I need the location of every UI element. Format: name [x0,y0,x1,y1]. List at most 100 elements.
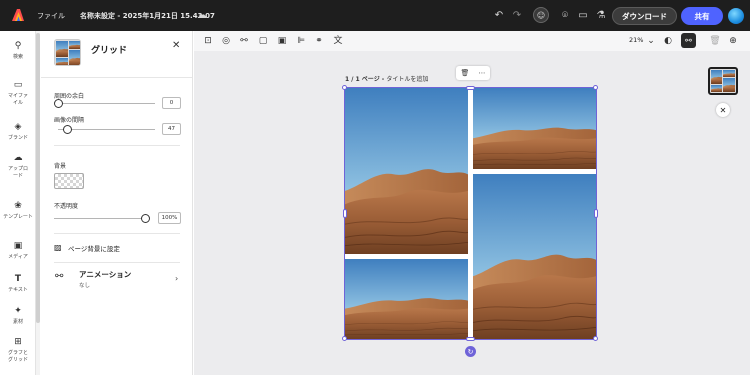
collaborator-icon[interactable]: ☺ [533,7,549,23]
grid-icon: ⊞ [14,337,22,347]
rail-item-grid[interactable]: ⊞ グラフとグリッド [0,336,36,364]
resize-handle[interactable] [342,85,347,90]
link-icon[interactable]: ⚭ [313,35,325,47]
opacity-input[interactable]: 100% [158,212,181,224]
scrollbar-thumb[interactable] [36,33,40,323]
rail-item-text[interactable]: T テキスト [0,273,36,294]
top-bar: ファイル 名称未設定 - 2025年1月21日 15.43.07 ☁ ↶ ↷ ☺… [0,0,750,31]
rail-item-search[interactable]: ⚲ 検索 [0,40,36,61]
undo-icon[interactable]: ↶ [492,8,506,22]
adobe-express-logo[interactable] [10,7,26,23]
set-as-page-background-button[interactable]: ▨ ページ背景に設定 [54,243,120,253]
animation-value: なし [79,283,91,289]
background-color-swatch[interactable] [54,173,84,189]
fit-icon[interactable]: ◐ [662,35,674,47]
media-icon: ▣ [13,241,23,251]
floating-toolbar: 🗑 ⋯ [456,66,490,80]
divider [54,145,180,146]
opacity-slider-thumb[interactable] [140,214,150,223]
page-thumbnail[interactable] [708,67,738,95]
resize-handle[interactable] [593,85,598,90]
cloud-icon[interactable]: ☁ [195,8,209,22]
grid-panel: グリッド ✕ 周囲の余白 0 画像の間隔 47 背景 不透明度 100% ▨ ペ… [41,31,193,375]
rail-item-templates[interactable]: ❀ テンプレート [0,200,36,221]
grid-preview-thumbnail [54,39,81,66]
resize-handle[interactable] [466,86,475,90]
align-icon[interactable]: ⊫ [295,35,307,47]
chevron-down-icon[interactable]: ⌄ [645,35,657,47]
brand-icon: ◈ [14,122,22,132]
effects-icon[interactable]: ⚯ [238,35,250,47]
gap-slider-thumb[interactable] [63,125,73,134]
delete-icon[interactable]: 🗑 [709,35,721,47]
more-icon[interactable]: ⋯ [478,69,485,77]
page-background-icon: ▨ [54,243,62,252]
folder-icon: ▭ [13,80,23,90]
canvas-page[interactable] [344,87,597,340]
search-icon: ⚲ [14,41,22,51]
add-page-icon[interactable]: ⊕ [727,35,739,47]
border-icon[interactable]: ▢ [257,35,269,47]
location-pin-icon[interactable]: ⌾ [558,8,572,22]
gap-input[interactable]: 47 [162,123,181,135]
menu-file[interactable]: ファイル [37,11,65,21]
page-title-placeholder[interactable]: タイトルを追加 [386,76,428,83]
chevron-right-icon[interactable]: › [175,274,178,283]
rail-item-label: テキスト [8,287,28,293]
elements-icon: ✦ [14,306,22,316]
layers-icon[interactable]: ⚯ [681,33,696,48]
rail-item-media[interactable]: ▣ メディア [0,240,36,261]
left-rail: ⚲ 検索 ▭ マイファイル ◈ ブランド ☁ アップロード ❀ テンプレート ▣… [0,31,36,375]
upload-icon: ☁ [13,153,23,163]
rail-item-brand[interactable]: ◈ ブランド [0,121,36,142]
user-avatar[interactable] [728,8,744,24]
rail-item-label: 検索 [12,54,23,60]
flask-icon[interactable]: ⚗ [594,8,608,22]
outer-margin-slider-thumb[interactable] [53,99,63,108]
frame-icon[interactable]: ▣ [276,35,288,47]
close-icon[interactable]: ✕ [172,40,180,51]
color-icon[interactable]: ◎ [220,35,232,47]
magic-icon[interactable]: ⊡ [202,35,214,47]
set-page-bg-label: ページ背景に設定 [68,245,120,253]
resize-handle[interactable] [594,209,598,218]
page-number: 1 / 1 ページ - [345,76,387,83]
rail-item-label: 素材 [12,319,23,325]
zoom-level[interactable]: 21% [629,36,643,44]
download-button[interactable]: ダウンロード [612,7,677,25]
page-label[interactable]: 1 / 1 ページ - タイトルを追加 [345,74,428,83]
gap-slider-track[interactable] [58,129,155,130]
resize-handle[interactable] [466,337,475,341]
delete-icon[interactable]: 🗑 [461,69,470,77]
rotate-icon[interactable]: ↻ [465,346,476,357]
close-icon[interactable]: ✕ [716,103,730,117]
rail-item-label: グラフとグリッド [7,350,28,363]
outer-margin-slider-track[interactable] [58,103,155,104]
comment-icon[interactable]: ▭ [576,8,590,22]
rail-item-label: アップロード [7,166,28,179]
rail-item-upload[interactable]: ☁ アップロード [0,152,36,180]
rail-scrollbar[interactable] [36,31,40,375]
background-label: 背景 [54,163,67,170]
grid-cell-image[interactable] [345,259,468,339]
divider [54,262,180,263]
translate-icon[interactable]: 文 [332,35,344,47]
grid-cell-image[interactable] [473,88,596,169]
rail-item-my-files[interactable]: ▭ マイファイル [0,79,36,107]
redo-icon[interactable]: ↷ [510,8,524,22]
divider [41,77,192,78]
share-button[interactable]: 共有 [681,7,723,25]
rail-item-label: マイファイル [7,93,28,106]
opacity-label: 不透明度 [54,203,79,210]
outer-margin-input[interactable]: 0 [162,97,181,109]
gap-label: 画像の間隔 [54,117,85,124]
resize-handle[interactable] [593,336,598,341]
resize-handle[interactable] [343,209,347,218]
template-icon: ❀ [14,201,22,211]
grid-cell-image[interactable] [473,174,596,339]
rail-item-elements[interactable]: ✦ 素材 [0,305,36,326]
resize-handle[interactable] [342,336,347,341]
opacity-slider-track[interactable] [54,218,145,219]
animation-title[interactable]: アニメーション [79,269,131,280]
grid-cell-image[interactable] [345,88,468,254]
